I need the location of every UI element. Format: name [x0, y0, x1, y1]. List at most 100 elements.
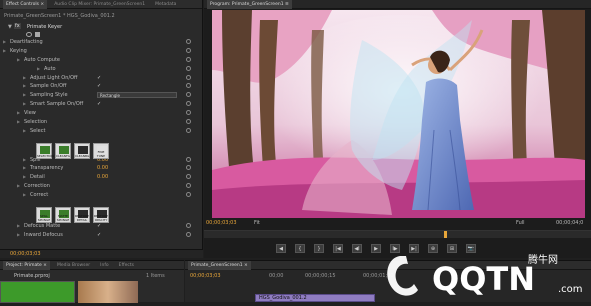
- param-checkbox[interactable]: ✓: [97, 74, 101, 82]
- reset-icon[interactable]: [186, 119, 191, 124]
- keyer-button[interactable]: MATTE SPONGE: [55, 207, 71, 223]
- reset-icon[interactable]: [186, 48, 191, 53]
- playhead-icon[interactable]: [444, 231, 447, 238]
- twirl-icon[interactable]: ▶: [23, 156, 26, 164]
- twirl-icon[interactable]: ▶: [17, 109, 20, 117]
- twirl-icon[interactable]: ▶: [23, 100, 26, 108]
- tab-audio-clip-mixer[interactable]: Audio Clip Mixer: Primate_GreenScreen1: [51, 0, 148, 9]
- dancer-scene-image: [212, 10, 585, 218]
- twirl-icon[interactable]: ▶: [3, 47, 6, 55]
- forward-frame-button[interactable]: I▶: [390, 244, 400, 253]
- reset-icon[interactable]: [186, 174, 191, 179]
- param-select[interactable]: Rectangle: [97, 92, 177, 98]
- param-value[interactable]: 0.00: [97, 173, 108, 181]
- param-row: ▶ Adjust Light On/Off ✓: [0, 74, 196, 82]
- param-label: Inward Defocus: [24, 232, 63, 238]
- play-button[interactable]: ▶: [371, 244, 381, 253]
- mark-out-button[interactable]: {: [295, 244, 305, 253]
- reset-icon[interactable]: [186, 128, 191, 133]
- reset-icon[interactable]: [186, 75, 191, 80]
- twirl-icon[interactable]: ▶: [3, 38, 6, 46]
- tab-metadata[interactable]: Metadata: [152, 0, 179, 9]
- lift-button[interactable]: ⊕: [428, 244, 438, 253]
- go-to-out-button[interactable]: ▶|: [409, 244, 419, 253]
- reset-icon[interactable]: [186, 92, 191, 97]
- tab-media-browser[interactable]: Media Browser: [54, 261, 93, 270]
- mark-in-button[interactable]: ◀: [276, 244, 286, 253]
- export-frame-button[interactable]: 📷: [466, 244, 476, 253]
- keyer-button-label: SELECTION: [37, 154, 54, 158]
- tab-effects[interactable]: Effects: [116, 261, 137, 270]
- twirl-icon[interactable]: ▶: [37, 65, 40, 73]
- param-label: Selection: [24, 119, 48, 125]
- keyer-button[interactable]: RESTORE OPACITY: [93, 207, 109, 223]
- tab-info[interactable]: Info: [97, 261, 112, 270]
- fx-badge-icon[interactable]: fx: [14, 23, 21, 29]
- twirl-icon[interactable]: ▶: [23, 164, 26, 172]
- reset-icon[interactable]: [186, 165, 191, 170]
- tab-project[interactable]: Project: Primate ×: [3, 260, 50, 270]
- twirl-icon[interactable]: ▶: [23, 173, 26, 181]
- twirl-icon[interactable]: ▶: [23, 82, 26, 90]
- tab-effect-controls[interactable]: Effect Controls ×: [3, 0, 48, 9]
- full-dropdown[interactable]: Full: [516, 220, 525, 226]
- keyer-button[interactable]: SPILL SPONGE: [36, 207, 52, 223]
- twirl-icon[interactable]: ▶: [17, 231, 20, 239]
- timeline-timecode[interactable]: 00;00;03;03: [190, 273, 221, 279]
- keyer-button-label: CLEANFG: [56, 154, 71, 158]
- tab-program[interactable]: Program: Primate_GreenScreen1 ≡: [207, 0, 292, 9]
- param-checkbox[interactable]: ✓: [97, 231, 101, 239]
- reset-icon[interactable]: [186, 66, 191, 71]
- green-thumbnail[interactable]: [0, 281, 75, 303]
- keyer-button[interactable]: CLEANBG: [74, 143, 90, 159]
- param-label: Transparency: [30, 165, 64, 171]
- reset-icon[interactable]: [186, 57, 191, 62]
- param-row: ▶ Select: [0, 127, 196, 135]
- mask-shape-icon[interactable]: [26, 32, 32, 37]
- twirl-icon[interactable]: ▶: [17, 56, 20, 64]
- fit-dropdown[interactable]: Fit: [254, 220, 260, 226]
- param-label: View: [24, 110, 36, 116]
- param-checkbox[interactable]: ✓: [97, 100, 101, 108]
- twirl-icon[interactable]: ▶: [23, 74, 26, 82]
- mask-square-icon[interactable]: [35, 32, 40, 37]
- program-frame-image[interactable]: [212, 10, 585, 218]
- clip-thumbnail[interactable]: [78, 281, 138, 303]
- param-checkbox[interactable]: ✓: [97, 82, 101, 90]
- keyer-button[interactable]: RESTORE DETAIL: [74, 207, 90, 223]
- keyer-button-icon: [78, 146, 88, 154]
- reset-icon[interactable]: [186, 110, 191, 115]
- go-to-in-button[interactable]: }: [314, 244, 324, 253]
- param-value[interactable]: 0.00: [97, 164, 108, 172]
- twirl-icon[interactable]: ▶: [17, 118, 20, 126]
- back-frame-button[interactable]: ◀I: [352, 244, 362, 253]
- keyer-button[interactable]: SELECTION: [36, 143, 54, 159]
- reset-icon[interactable]: [186, 157, 191, 162]
- extract-button[interactable]: ⊞: [447, 244, 457, 253]
- keyer-button[interactable]: FINE TUNE: [93, 143, 109, 159]
- keyer-button-label: RESTORE DETAIL: [75, 214, 90, 222]
- effect-controls-timecode[interactable]: 00;00;03;03: [0, 249, 203, 258]
- program-timecode[interactable]: 00;00;03;03: [206, 220, 237, 226]
- reset-icon[interactable]: [186, 83, 191, 88]
- twirl-icon[interactable]: ▶: [17, 222, 20, 230]
- tab-timeline[interactable]: Primate_GreenScreen1 ×: [188, 260, 251, 270]
- reset-icon[interactable]: [186, 101, 191, 106]
- reset-icon[interactable]: [186, 39, 191, 44]
- keyer-button-label: MATTE SPONGE: [56, 214, 70, 222]
- step-back-button[interactable]: |◀: [333, 244, 343, 253]
- ruler-tick-2: 00;00;01;00: [363, 273, 394, 279]
- twirl-icon[interactable]: ▶: [23, 127, 26, 135]
- twirl-icon[interactable]: ▶: [23, 91, 26, 99]
- reset-icon[interactable]: [186, 232, 191, 237]
- keyer-button[interactable]: CLEANFG: [55, 143, 71, 159]
- twirl-icon[interactable]: ▶: [17, 182, 20, 190]
- triangle-icon[interactable]: ▼: [8, 24, 12, 30]
- keyer-button-label: SPILL SPONGE: [37, 214, 51, 222]
- twirl-icon[interactable]: ▶: [23, 191, 26, 199]
- reset-icon[interactable]: [186, 192, 191, 197]
- program-timeline-ruler[interactable]: [204, 230, 591, 238]
- reset-icon[interactable]: [186, 223, 191, 228]
- reset-icon[interactable]: [186, 183, 191, 188]
- param-label: Sampling Style: [30, 92, 68, 98]
